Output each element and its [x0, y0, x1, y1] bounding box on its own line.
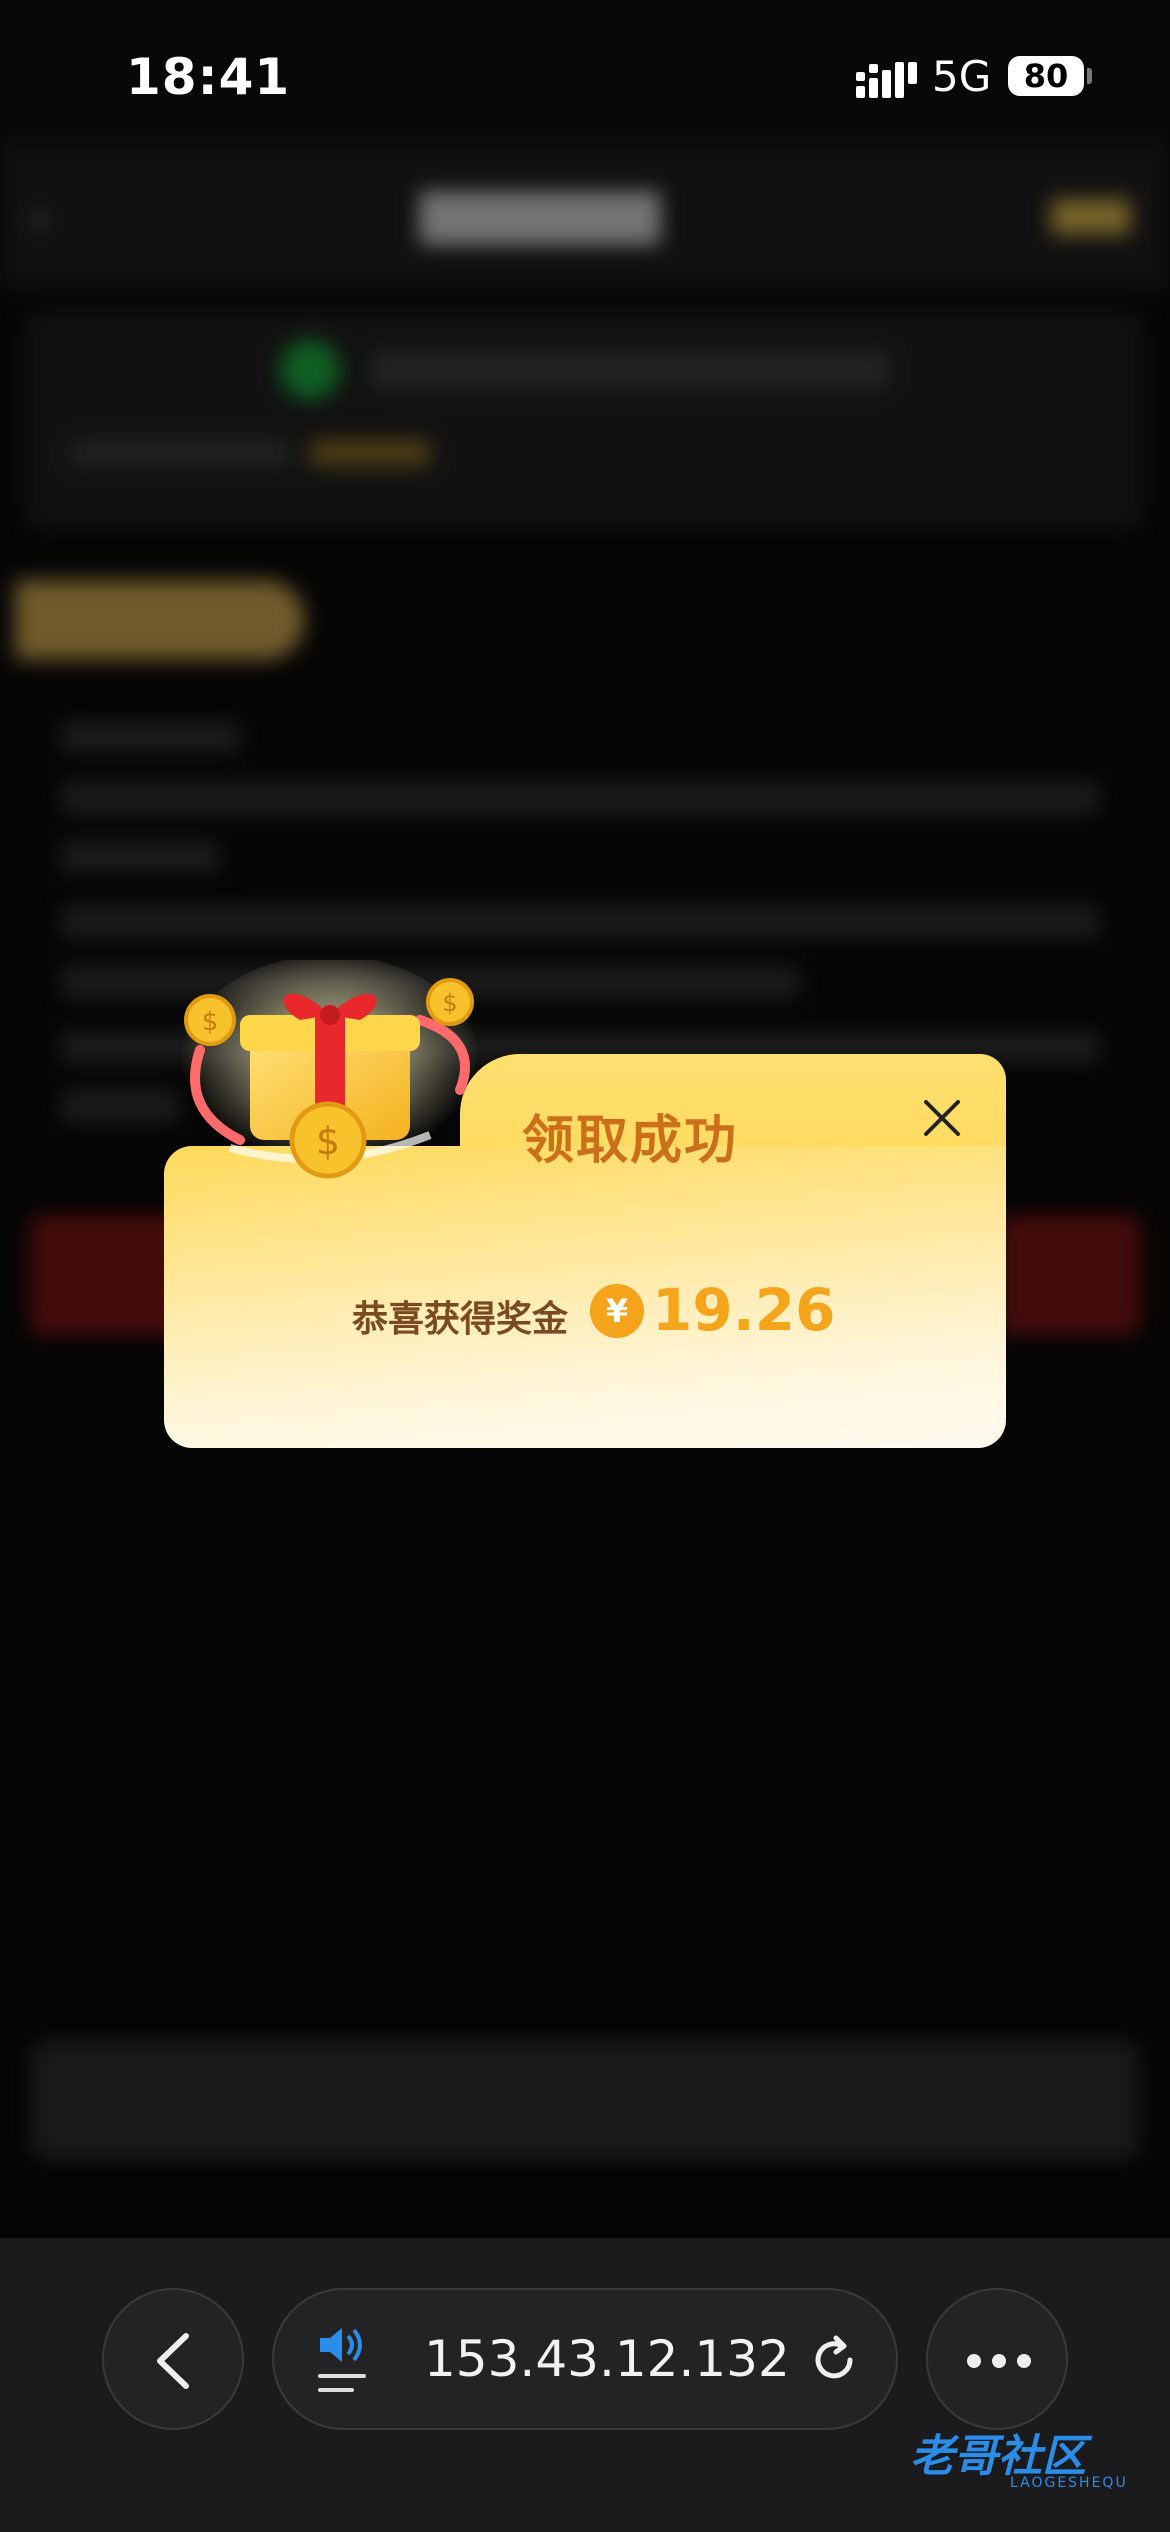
watermark-subtext: LAOGESHEQU	[1010, 2475, 1128, 2491]
yen-coin-icon: ¥	[590, 1284, 644, 1338]
close-icon[interactable]	[914, 1090, 970, 1146]
svg-text:$: $	[316, 1119, 340, 1163]
speaker-icon[interactable]	[314, 2322, 374, 2402]
url-text: 153.43.12.132	[424, 2330, 790, 2388]
back-button[interactable]	[102, 2288, 244, 2430]
reward-modal: $ $ $ 领取成功 恭喜获得奖金 ¥ 19.26	[0, 0, 1170, 2532]
svg-text:$: $	[202, 1007, 219, 1037]
chevron-left-icon	[157, 2333, 189, 2389]
svg-text:$: $	[442, 989, 457, 1017]
more-icon	[967, 2354, 1031, 2368]
reload-icon[interactable]	[804, 2330, 864, 2390]
more-button[interactable]	[926, 2288, 1068, 2430]
reward-amount: 19.26	[652, 1276, 836, 1344]
gift-icon: $ $ $	[180, 960, 480, 1179]
modal-title: 领取成功	[522, 1111, 739, 1171]
reward-message: 恭喜获得奖金	[352, 1299, 569, 1340]
